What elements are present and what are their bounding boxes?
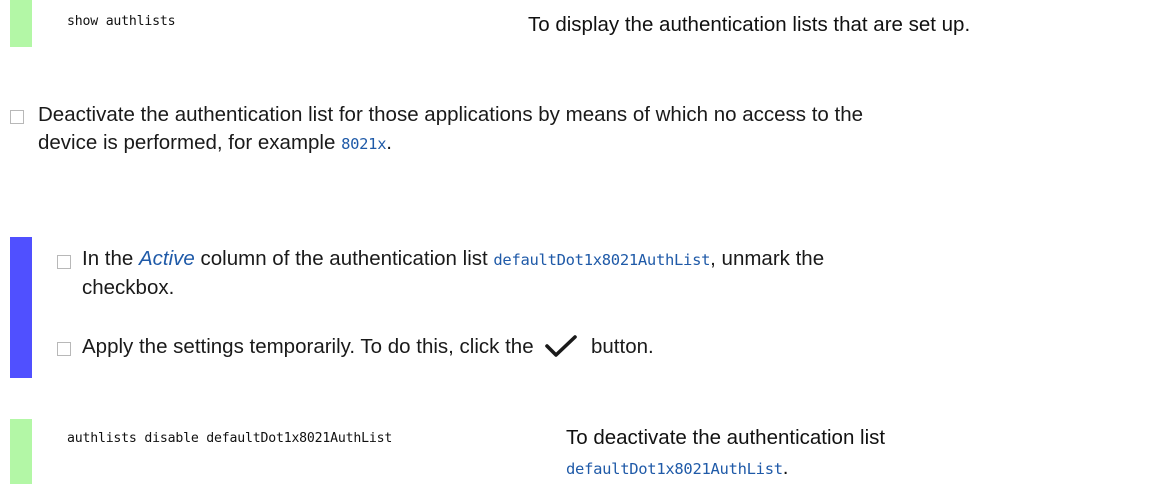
cli-command-2: authlists disable defaultDot1x8021AuthLi… (67, 431, 393, 446)
gui-step-1-middle: column of the authentication list (194, 247, 494, 270)
gui-step-1-prefix: In the (82, 247, 139, 270)
cli-description-2-line-1: To deactivate the authentication list (566, 426, 886, 449)
cli-marker-bar-2 (10, 419, 32, 484)
step-line-2-prefix: device is performed, for example (38, 131, 342, 154)
gui-step-2-text: Apply the settings temporarily. To do th… (82, 333, 1132, 361)
step-checkbox[interactable] (10, 110, 24, 124)
cli-description-2-suffix: . (782, 456, 789, 479)
code-8021x: 8021x (341, 135, 387, 153)
active-column-label: Active (139, 247, 195, 270)
gui-marker-bar (10, 237, 32, 378)
gui-step-1-line-1: In the Active column of the authenticati… (82, 245, 1132, 274)
checkmark-icon (545, 334, 578, 357)
cli-description: To display the authentication lists that… (528, 13, 971, 36)
cli-command: show authlists (67, 14, 176, 29)
code-default-authlist: defaultDot1x8021AuthList (493, 251, 711, 269)
gui-step-2-prefix: Apply the settings temporarily. To do th… (82, 335, 534, 358)
gui-step-1-text: In the Active column of the authenticati… (82, 245, 1132, 302)
gui-step-checkbox-2[interactable] (57, 342, 71, 356)
step-line-2-suffix: . (386, 131, 392, 154)
cli-description-2-line-2: defaultDot1x8021AuthList. (566, 453, 885, 484)
step-deactivate-text: Deactivate the authentication list for t… (38, 101, 1138, 158)
gui-step-1-suffix: , unmark the (710, 247, 825, 270)
gui-step-checkbox-1[interactable] (57, 255, 71, 269)
gui-step-1-line-2: checkbox. (82, 276, 175, 299)
gui-step-2-suffix: button. (591, 335, 654, 358)
cli-description-2: To deactivate the authentication list de… (566, 423, 885, 484)
cli-marker-bar (10, 0, 32, 47)
step-line-1: Deactivate the authentication list for t… (38, 103, 864, 126)
code-default-authlist-2: defaultDot1x8021AuthList (566, 460, 783, 478)
step-line-2: device is performed, for example 8021x. (38, 129, 1138, 158)
